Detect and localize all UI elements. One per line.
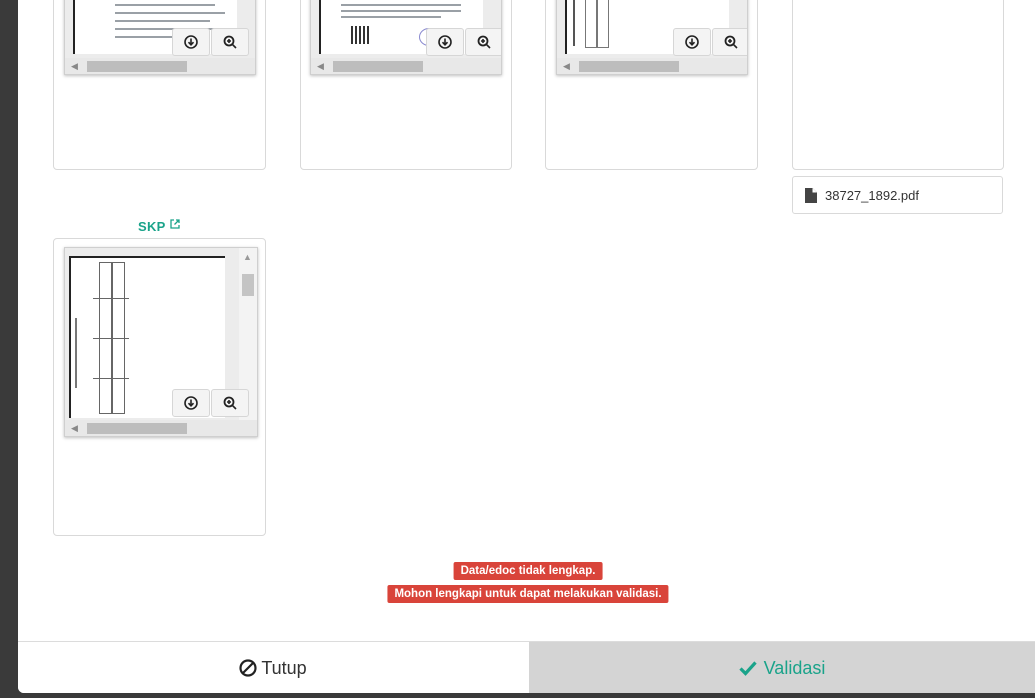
zoom-button[interactable]: [211, 28, 249, 56]
modal-footer: Tutup Validasi: [18, 641, 1035, 693]
document-card: ◀: [545, 0, 758, 170]
file-name: 38727_1892.pdf: [825, 187, 919, 203]
zoom-in-icon: [223, 35, 237, 49]
document-card: [792, 0, 1004, 170]
close-label: Tutup: [261, 657, 307, 678]
pdf-viewer[interactable]: ◀: [556, 0, 748, 75]
download-icon: [438, 35, 452, 49]
zoom-in-icon: [724, 35, 738, 49]
horizontal-scrollbar[interactable]: ◀: [557, 58, 747, 74]
ban-icon: [239, 659, 257, 677]
skp-document-card: ▲ ◀: [53, 238, 266, 536]
download-button[interactable]: [172, 28, 210, 56]
horizontal-scrollbar[interactable]: ◀: [65, 58, 255, 74]
validate-button[interactable]: Validasi: [529, 642, 1035, 693]
file-icon: [805, 187, 817, 203]
validation-modal: ◀ ◀ ◀ 38727_1892.pdf SKP ▲ ◀ Data/edoc t…: [18, 0, 1035, 693]
scroll-left-icon[interactable]: ◀: [563, 61, 570, 72]
download-icon: [184, 35, 198, 49]
zoom-in-icon: [477, 35, 491, 49]
close-button[interactable]: Tutup: [18, 642, 528, 693]
download-button[interactable]: [673, 28, 711, 56]
alert-incomplete: Data/edoc tidak lengkap.: [453, 562, 603, 580]
pdf-viewer[interactable]: ◀: [64, 0, 256, 75]
document-card: ◀: [53, 0, 266, 170]
scroll-left-icon[interactable]: ◀: [71, 423, 78, 434]
pdf-viewer[interactable]: ◀: [310, 0, 502, 75]
alert-instruction: Mohon lengkapi untuk dapat melakukan val…: [387, 585, 669, 603]
external-link-icon: [170, 219, 180, 229]
scroll-left-icon[interactable]: ◀: [317, 61, 324, 72]
skp-link[interactable]: SKP: [138, 219, 180, 234]
download-button[interactable]: [172, 389, 210, 417]
scroll-up-icon[interactable]: ▲: [243, 252, 252, 262]
horizontal-scrollbar[interactable]: ◀: [311, 58, 501, 74]
download-button[interactable]: [426, 28, 464, 56]
file-name-box[interactable]: 38727_1892.pdf: [792, 176, 1003, 214]
scroll-left-icon[interactable]: ◀: [71, 61, 78, 72]
download-icon: [184, 396, 198, 410]
document-card: ◀: [300, 0, 512, 170]
validate-label: Validasi: [763, 657, 826, 678]
zoom-button[interactable]: [712, 28, 747, 56]
horizontal-scrollbar[interactable]: ◀: [65, 420, 257, 436]
pdf-viewer[interactable]: ▲ ◀: [64, 247, 258, 437]
zoom-in-icon: [223, 396, 237, 410]
skp-title: SKP: [138, 219, 166, 234]
zoom-button[interactable]: [465, 28, 501, 56]
download-icon: [685, 35, 699, 49]
zoom-button[interactable]: [211, 389, 249, 417]
check-icon: [739, 661, 757, 676]
